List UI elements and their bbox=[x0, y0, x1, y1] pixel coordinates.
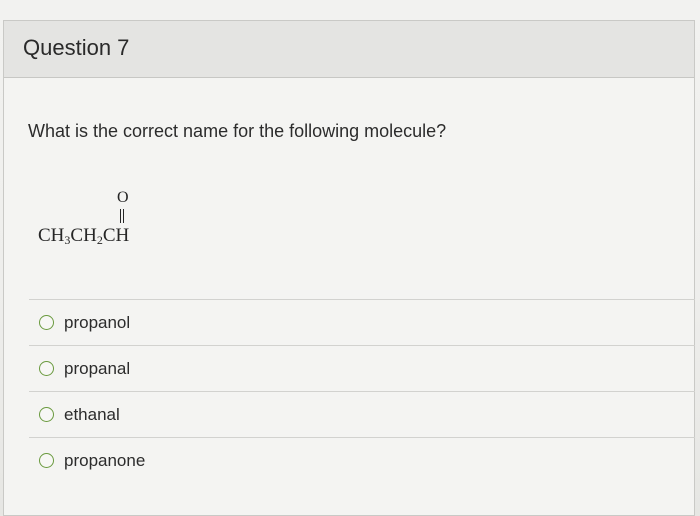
question-header: Question 7 bbox=[4, 21, 694, 78]
formula-part: CH bbox=[38, 225, 65, 246]
answer-label: propanone bbox=[64, 450, 146, 470]
answer-option-ethanal[interactable]: ethanal bbox=[29, 391, 695, 437]
answer-option-propanol[interactable]: propanol bbox=[29, 299, 695, 345]
formula-part: CH bbox=[102, 225, 130, 246]
question-prompt: What is the correct name for the followi… bbox=[28, 121, 447, 141]
screen: Question 7 What is the correct name for … bbox=[0, 0, 700, 516]
answer-option-propanal[interactable]: propanal bbox=[29, 345, 695, 391]
radio-button[interactable] bbox=[39, 407, 54, 422]
formula-part: CH bbox=[70, 225, 97, 246]
molecule-structure: O CH3CH2CH bbox=[34, 189, 164, 264]
answer-label: propanal bbox=[64, 358, 131, 378]
answer-label: ethanal bbox=[64, 404, 120, 424]
question-title: Question 7 bbox=[23, 35, 130, 60]
double-bond bbox=[120, 209, 124, 223]
radio-button[interactable] bbox=[39, 453, 54, 468]
answer-label: propanol bbox=[64, 312, 131, 332]
radio-button[interactable] bbox=[39, 315, 54, 330]
answer-option-propanone[interactable]: propanone bbox=[29, 437, 695, 483]
oxygen-atom: O bbox=[117, 189, 129, 206]
radio-button[interactable] bbox=[39, 361, 54, 376]
condensed-formula: CH3CH2CH bbox=[38, 225, 129, 248]
question-card: Question 7 What is the correct name for … bbox=[3, 20, 695, 516]
